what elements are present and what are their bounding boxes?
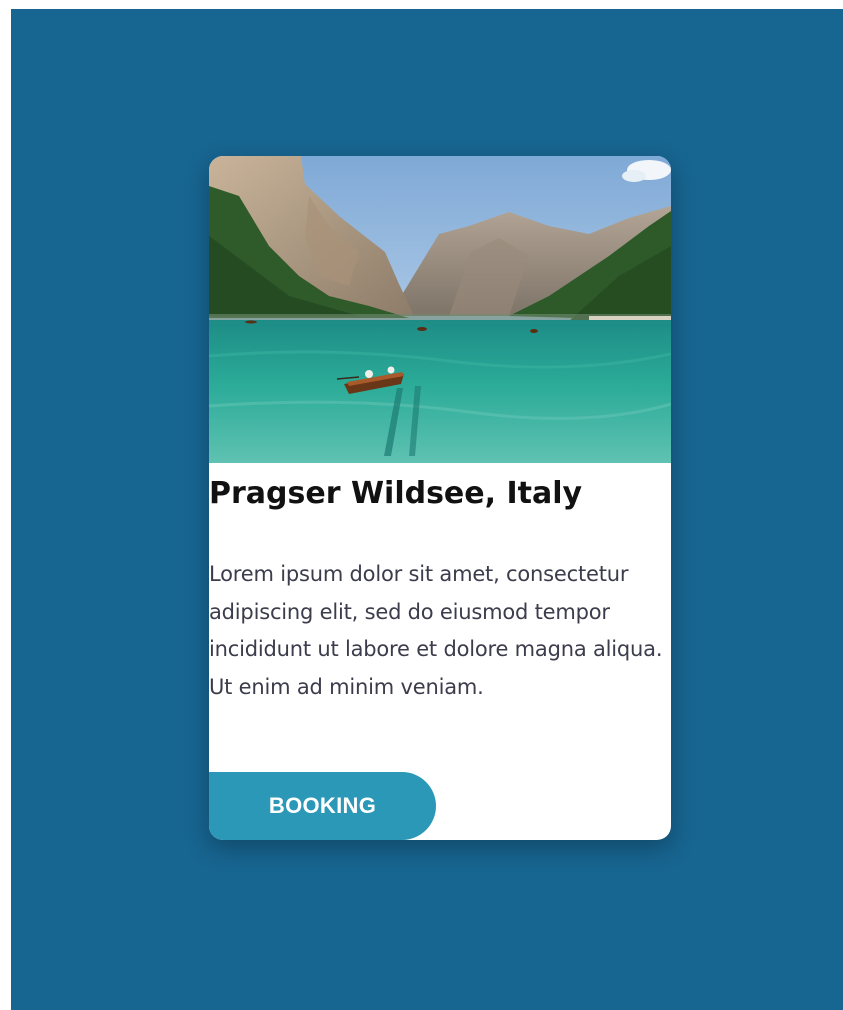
card-description: Lorem ipsum dolor sit amet, consectetur … [209,562,663,699]
lake-photo [209,156,671,463]
booking-button[interactable]: BOOKING [209,772,436,840]
card-title: Pragser Wildsee, Italy [209,476,583,511]
destination-card: Pragser Wildsee, Italy Lorem ipsum dolor… [209,156,671,840]
page-background: Pragser Wildsee, Italy Lorem ipsum dolor… [11,9,843,1010]
